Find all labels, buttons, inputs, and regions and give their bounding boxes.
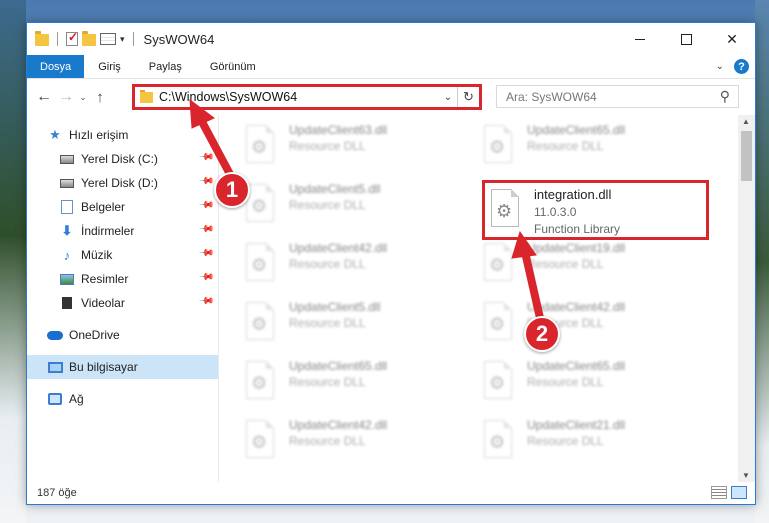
step-badge-1: 1 [214, 172, 250, 208]
arrow-1-head [189, 98, 215, 129]
arrow-2-shaft [521, 248, 544, 322]
arrow-2-head [511, 230, 537, 259]
arrow-1-shaft [196, 114, 236, 182]
step-badge-2: 2 [524, 316, 560, 352]
annotation-arrows [189, 98, 544, 322]
